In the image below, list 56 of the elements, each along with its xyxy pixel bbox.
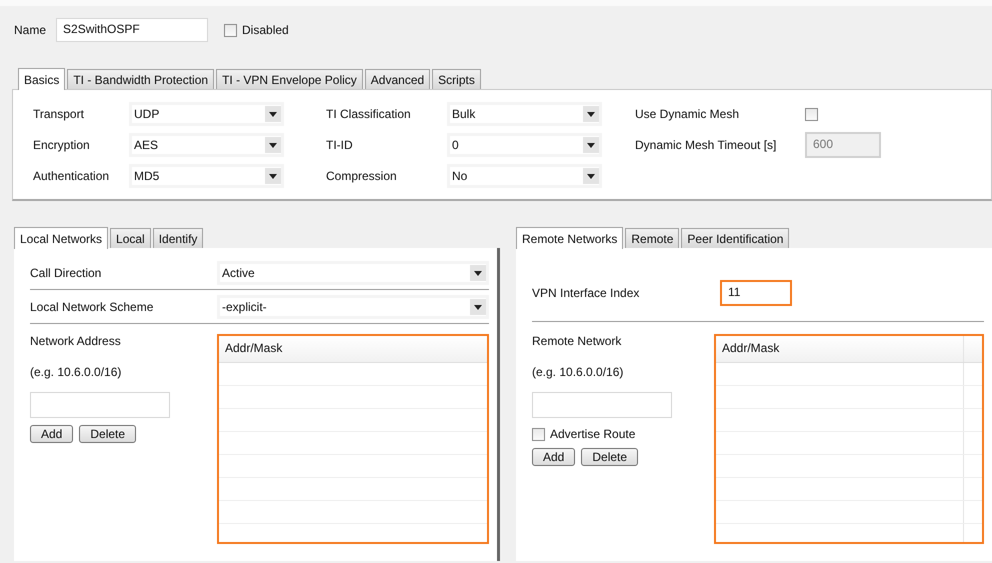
name-field[interactable]: S2SwithOSPF — [56, 18, 208, 42]
column-header[interactable]: Addr/Mask — [219, 336, 487, 362]
caret-icon — [470, 264, 486, 280]
field-label: Use Dynamic Mesh — [635, 107, 740, 121]
checkbox[interactable] — [805, 108, 818, 120]
field-label: Network Address — [30, 334, 121, 348]
tab[interactable]: TI - Bandwidth Protection — [67, 69, 214, 89]
field-label: TI-ID — [326, 138, 354, 152]
field-label: Encryption — [33, 138, 91, 152]
hint-text: (e.g. 10.6.0.0/16) — [532, 365, 624, 379]
button[interactable]: Add — [532, 448, 576, 466]
tab[interactable]: Scripts — [432, 69, 481, 89]
field-label: Call Direction — [30, 266, 102, 280]
field-label: VPN Interface Index — [532, 286, 640, 300]
field-label: Authentication — [33, 169, 110, 183]
field-label: Compression — [326, 169, 398, 183]
caret-icon — [265, 168, 281, 184]
button[interactable]: Delete — [79, 425, 136, 443]
caret-icon — [583, 168, 599, 184]
input-field[interactable] — [532, 392, 672, 418]
dropdown[interactable]: Active — [217, 260, 489, 284]
dropdown[interactable]: -explicit- — [217, 294, 489, 318]
tab[interactable]: Advanced — [364, 69, 430, 89]
caret-icon — [583, 106, 599, 122]
input-field[interactable] — [30, 392, 170, 418]
caret-icon — [583, 137, 599, 153]
field-label: TI Classification — [326, 107, 412, 121]
tab[interactable]: Local Networks — [14, 227, 108, 249]
dropdown[interactable]: 0 — [447, 133, 602, 157]
tab[interactable]: Identify — [152, 228, 204, 248]
dropdown[interactable]: UDP — [129, 102, 284, 126]
field-label: Dynamic Mesh Timeout [s] — [635, 138, 778, 152]
checkbox[interactable] — [532, 428, 545, 440]
caret-icon — [265, 106, 281, 122]
dropdown[interactable]: AES — [129, 133, 284, 157]
caret-icon — [265, 137, 281, 153]
tab[interactable]: TI - VPN Envelope Policy — [216, 69, 363, 89]
dropdown[interactable]: Bulk — [447, 102, 602, 126]
tab[interactable]: Peer Identification — [681, 228, 790, 248]
input-field[interactable]: 11 — [720, 280, 792, 306]
field-label: Transport — [33, 107, 85, 121]
button[interactable]: Add — [30, 425, 74, 443]
caret-icon — [470, 298, 486, 314]
field-label: Local Network Scheme — [30, 300, 154, 314]
tab[interactable]: Remote — [625, 228, 680, 248]
checkbox-label: Advertise Route — [550, 427, 636, 441]
tab[interactable]: Local — [110, 228, 151, 248]
hint-text: (e.g. 10.6.0.0/16) — [30, 365, 122, 379]
dropdown[interactable]: MD5 — [129, 164, 284, 188]
disabled-label: Disabled — [242, 23, 289, 37]
button[interactable]: Delete — [581, 448, 638, 466]
tab[interactable]: Basics — [18, 68, 66, 90]
tab[interactable]: Remote Networks — [516, 227, 624, 249]
dropdown[interactable]: No — [447, 164, 602, 188]
name-label: Name — [14, 23, 46, 37]
field-label: Remote Network — [532, 334, 622, 348]
